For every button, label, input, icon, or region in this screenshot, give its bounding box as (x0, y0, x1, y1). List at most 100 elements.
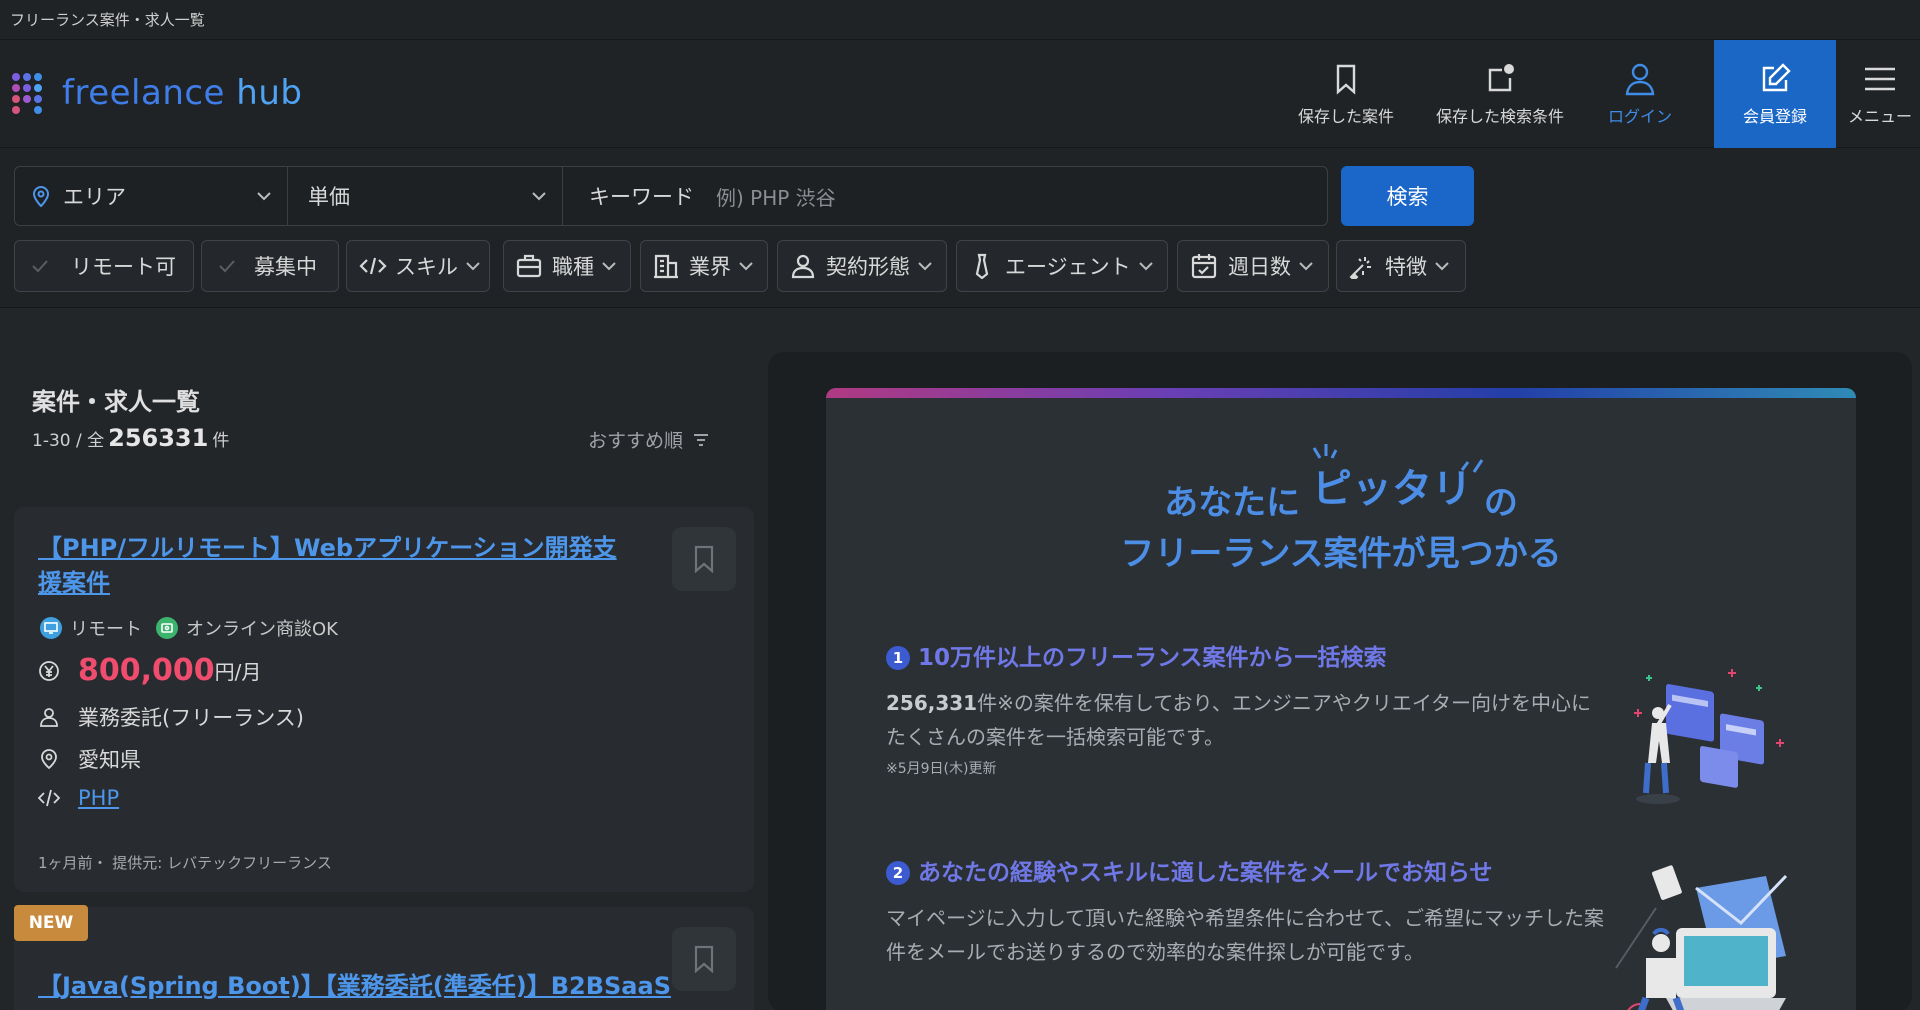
feature-note: ※5月9日(木)更新 (886, 761, 997, 777)
skill-link-php[interactable]: PHP (78, 786, 119, 810)
filter-feature-label: 特徴 (1385, 255, 1427, 279)
saved-search-label: 保存した検索条件 (1435, 107, 1564, 126)
job-location: 愛知県 (38, 744, 141, 774)
job-list-section: 案件・求人一覧 1-30 / 全 256331 件 おすすめ順 【PHP/フルリモー… (0, 352, 770, 1010)
chevron-down-icon (1138, 262, 1153, 271)
job-card[interactable]: 【Java(Spring Boot)】【業務委託(準委任)】B2BSaaSの (14, 907, 754, 1010)
saved-search-button[interactable]: 保存した検索条件 (1425, 40, 1575, 148)
list-title: 案件・求人一覧 (32, 388, 200, 416)
headline-suffix: の (1483, 483, 1518, 523)
sort-icon (694, 433, 709, 446)
job-title-link[interactable]: 【PHP/フルリモート】Webアプリケーション開発支援案件 (38, 531, 638, 601)
job-location-value: 愛知県 (78, 748, 141, 772)
feature-body: 256,331件※の案件を保有しており、エンジニアやクリエイター向けを中心にたく… (886, 686, 1606, 754)
gradient-bar (826, 388, 1856, 398)
filter-agent-label: エージェント (1005, 255, 1131, 279)
result-unit: 件 (212, 431, 230, 451)
chevron-down-icon (257, 192, 271, 201)
chevron-down-icon (1299, 262, 1313, 271)
logo-text-freelance: freelance (62, 73, 225, 113)
feature-title: あなたの経験やスキルに適した案件をメールでお知らせ (918, 860, 1493, 886)
promo-feature-2: 2 あなたの経験やスキルに適した案件をメールでお知らせ マイページに入力して頂いた… (886, 853, 1606, 969)
video-call-icon (156, 617, 178, 639)
site-logo[interactable]: freelance hub (12, 70, 302, 116)
feature-body-text: 件※の案件を保有しており、エンジニアやクリエイター向けを中心にたくさんの案件を一… (886, 691, 1592, 749)
search-button[interactable]: 検索 (1341, 166, 1474, 226)
result-count: 1-30 / 全 256331 件 (32, 424, 229, 452)
menu-button[interactable]: メニュー (1840, 40, 1920, 148)
sort-label: おすすめ順 (588, 430, 684, 452)
bookmark-button[interactable] (672, 927, 736, 991)
job-card[interactable]: 【PHP/フルリモート】Webアプリケーション開発支援案件 リモート オンライン… (14, 507, 754, 892)
menu-icon (1865, 67, 1895, 91)
tag-remote: リモート (70, 619, 142, 640)
bookmark-button[interactable] (672, 527, 736, 591)
monitor-icon (40, 617, 62, 639)
promo-headline-1: あなたに ピッタリ の (826, 466, 1856, 526)
filter-recruiting[interactable]: 募集中 (201, 240, 339, 292)
bookmark-icon (1336, 64, 1356, 95)
site-header: freelance hub 保存した案件 保存した検索条件 ログイン 会員登録 … (0, 40, 1920, 148)
chevron-down-icon (1435, 262, 1449, 271)
filter-days[interactable]: 週日数 (1177, 240, 1329, 292)
sparkle-icon (1349, 257, 1371, 279)
sparkle-lines-icon (1312, 444, 1338, 459)
promo-feature-1: 1 10万件以上のフリーランス案件から一括検索 256,331件※の案件を保有して… (886, 638, 1606, 778)
filter-job-type[interactable]: 職種 (503, 240, 631, 292)
job-price: 800,000 円/月 (38, 653, 261, 688)
feature-count: 256,331 (886, 691, 978, 715)
sort-select[interactable]: おすすめ順 (588, 426, 709, 453)
filter-days-label: 週日数 (1228, 255, 1291, 279)
job-contract: 業務委託(フリーランス) (38, 702, 304, 732)
promo-headline-2: フリーランス案件が見つかる (1120, 534, 1562, 574)
logo-text-hub: hub (236, 73, 303, 113)
filter-industry-label: 業界 (689, 255, 731, 279)
location-pin-icon (41, 749, 57, 770)
filter-agent[interactable]: エージェント (956, 240, 1168, 292)
signup-label: 会員登録 (1742, 107, 1807, 126)
saved-jobs-button[interactable]: 保存した案件 (1290, 40, 1402, 148)
area-select[interactable]: エリア (15, 167, 288, 225)
result-total: 256331 (108, 424, 209, 452)
job-price-value: 800,000 (78, 653, 215, 688)
keyword-placeholder: 例) PHP 渋谷 (716, 185, 836, 210)
menu-label: メニュー (1847, 107, 1912, 126)
filter-feature[interactable]: 特徴 (1336, 240, 1466, 292)
job-skill: PHP (38, 786, 119, 810)
price-select[interactable]: 単価 (288, 167, 563, 225)
search-box: エリア 単価 キーワード 例) PHP 渋谷 (14, 166, 1328, 226)
filter-contract[interactable]: 契約形態 (777, 240, 947, 292)
login-label: ログイン (1607, 107, 1672, 126)
keyword-input[interactable]: キーワード 例) PHP 渋谷 (563, 167, 1327, 225)
briefcase-icon (516, 254, 542, 278)
job-title-link[interactable]: 【Java(Spring Boot)】【業務委託(準委任)】B2BSaaSの (38, 969, 678, 1010)
saved-jobs-label: 保存した案件 (1297, 107, 1394, 126)
job-meta: 1ヶ月前・ 提供元: レバテックフリーランス (38, 854, 332, 872)
chevron-down-icon (466, 262, 480, 271)
chevron-down-icon (602, 262, 616, 271)
code-icon (38, 789, 60, 807)
person-icon (40, 708, 58, 727)
feature-number: 1 (886, 646, 910, 670)
filter-skill-label: スキル (395, 255, 458, 279)
check-icon (219, 260, 235, 273)
signup-button[interactable]: 会員登録 (1714, 40, 1836, 148)
filter-skill[interactable]: スキル (346, 240, 490, 292)
promo-panel: あなたに ピッタリ の フリーランス案件が見つかる 1 10万件以上のフリーランス… (768, 352, 1912, 1010)
filter-job-type-label: 職種 (552, 255, 594, 279)
filter-remote-label: リモート可 (71, 255, 176, 279)
headline-prefix: あなたに (1164, 483, 1301, 523)
yen-icon (39, 660, 59, 681)
chevron-down-icon (918, 262, 932, 271)
tie-icon (975, 253, 989, 279)
code-icon (359, 257, 387, 275)
filter-industry[interactable]: 業界 (640, 240, 768, 292)
bookmark-icon (694, 945, 714, 973)
chevron-down-icon (532, 192, 546, 201)
filter-contract-label: 契約形態 (826, 255, 910, 279)
building-icon (654, 254, 678, 279)
login-button[interactable]: ログイン (1595, 40, 1685, 148)
tag-online: オンライン商談OK (186, 619, 338, 640)
filter-remote[interactable]: リモート可 (14, 240, 194, 292)
check-icon (32, 260, 48, 273)
